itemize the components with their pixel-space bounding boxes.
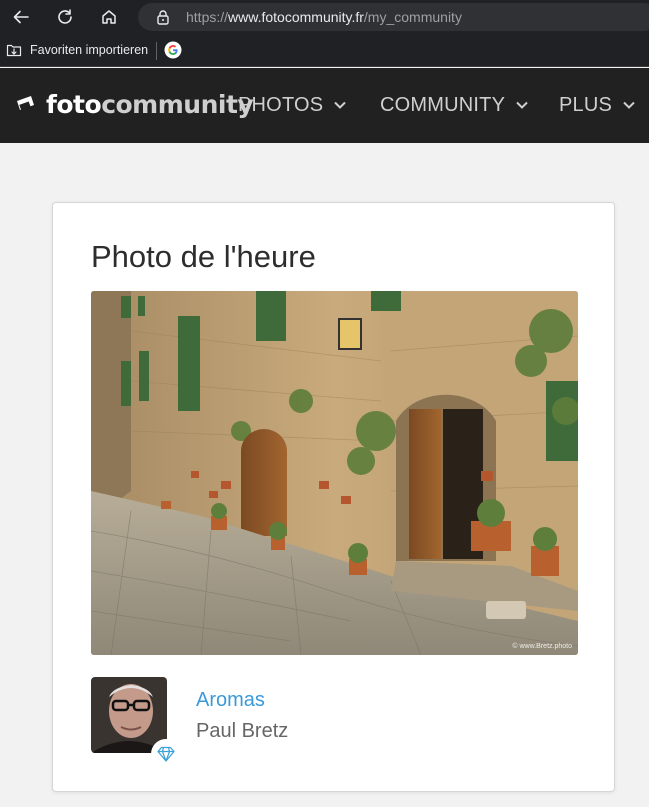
menu-plus[interactable]: PLUS (559, 92, 636, 118)
menu-plus-label: PLUS (559, 93, 613, 116)
chevron-down-icon (516, 101, 528, 109)
browser-toolbar: https://www.fotocommunity.fr/my_communit… (0, 0, 649, 34)
premium-badge (151, 739, 181, 769)
google-icon[interactable] (164, 41, 182, 59)
menu-community[interactable]: COMMUNITY (380, 92, 529, 118)
author-name[interactable]: Paul Bretz (196, 720, 288, 743)
street-photo-image (91, 291, 578, 655)
camera-logo-icon (17, 96, 34, 112)
logo-wordmark-foto: foto (46, 89, 102, 119)
photo-of-the-hour-card: Photo de l'heure © www.Bretz.photo Aroma… (52, 202, 615, 792)
import-favorites-bookmark[interactable]: Favoriten importieren (6, 40, 148, 60)
photo-credit: © www.Bretz.photo (512, 643, 572, 650)
logo-wordmark-community: community (101, 89, 254, 119)
photo-title-link[interactable]: Aromas (196, 689, 265, 712)
menu-photos-label: PHOTOS (238, 93, 324, 116)
chevron-down-icon (623, 101, 635, 109)
back-icon[interactable] (8, 5, 34, 29)
card-title: Photo de l'heure (91, 239, 316, 274)
url-text: https://www.fotocommunity.fr/my_communit… (186, 9, 462, 25)
site-header: fotocommunity PHOTOS COMMUNITY PLUS (0, 68, 649, 143)
bookmarks-bar: Favoriten importieren (0, 34, 649, 67)
address-bar[interactable]: https://www.fotocommunity.fr/my_communit… (138, 3, 649, 31)
reload-icon[interactable] (52, 5, 78, 29)
import-folder-icon (6, 44, 22, 57)
home-icon[interactable] (96, 5, 122, 29)
logo-wordmark: fotocommunity (46, 89, 254, 119)
url-path: /my_community (363, 9, 462, 25)
bookmark-label: Favoriten importieren (30, 43, 149, 57)
chevron-down-icon (334, 101, 347, 109)
url-host: www.fotocommunity.fr (228, 9, 364, 25)
menu-community-label: COMMUNITY (380, 93, 506, 116)
bookmark-divider (156, 42, 157, 60)
fotocommunity-logo[interactable]: fotocommunity (16, 88, 254, 120)
featured-photo[interactable]: © www.Bretz.photo (91, 291, 578, 655)
lock-icon[interactable] (155, 9, 171, 25)
menu-photos[interactable]: PHOTOS (238, 92, 347, 118)
diamond-icon (157, 746, 175, 762)
url-scheme: https:// (186, 9, 229, 25)
